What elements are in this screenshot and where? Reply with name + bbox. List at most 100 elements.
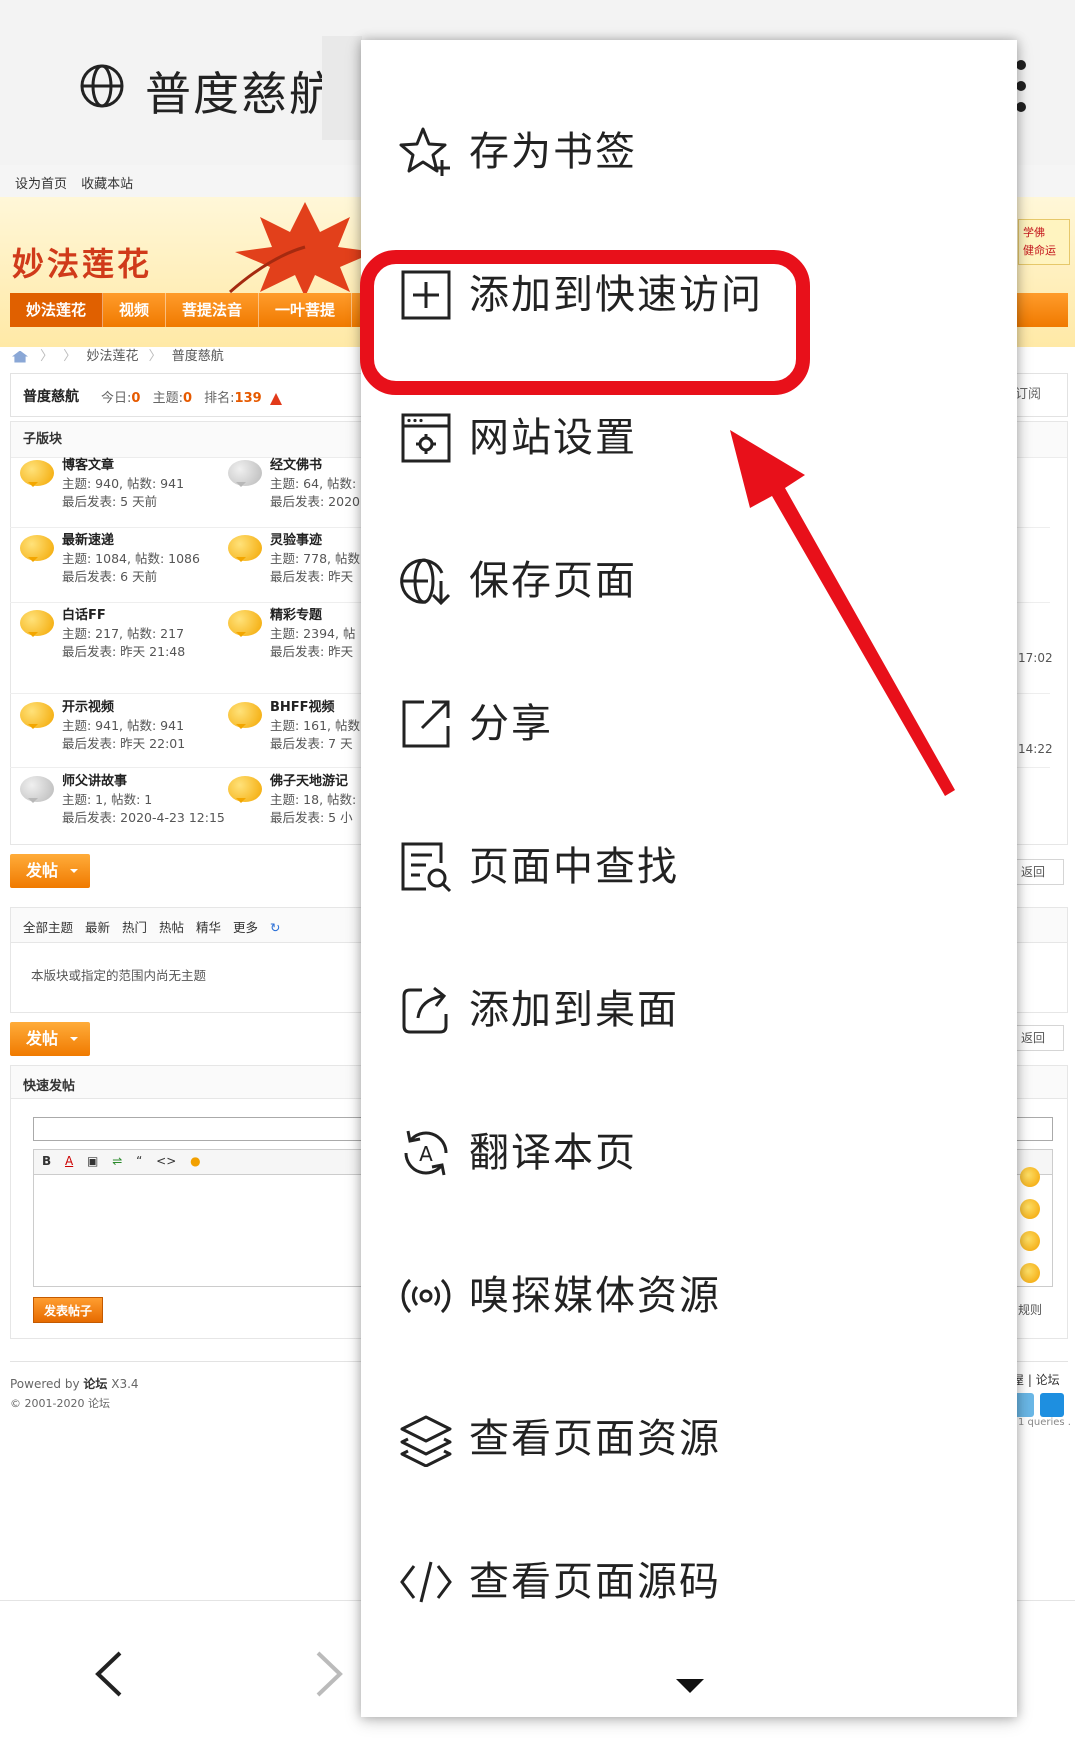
menu-item-page-resources[interactable]: 查看页面资源 bbox=[361, 1367, 1017, 1510]
subforum-item[interactable]: 开示视频 主题: 941, 帖数: 941 最后发表: 昨天 22:01 bbox=[20, 698, 220, 768]
new-post-button[interactable]: 发帖 bbox=[10, 854, 90, 888]
bookmark-site-link[interactable]: 收藏本站 bbox=[81, 177, 133, 192]
subforum-name[interactable]: 佛子天地游记 bbox=[270, 774, 348, 789]
menu-item-translate[interactable]: A 翻译本页 bbox=[361, 1081, 1017, 1224]
new-post-button-2[interactable]: 发帖 bbox=[10, 1022, 90, 1056]
filter-hot-threads[interactable]: 热帖 bbox=[159, 920, 184, 935]
broadcast-icon bbox=[401, 1278, 451, 1314]
code-icon[interactable]: <> bbox=[156, 1154, 176, 1168]
forum-bubble-icon bbox=[228, 460, 262, 487]
forum-bubble-icon bbox=[20, 702, 54, 729]
menu-item-bookmark[interactable]: 存为书签 bbox=[361, 80, 1017, 223]
home-icon[interactable] bbox=[12, 350, 28, 363]
site-brand[interactable]: 妙法莲花 bbox=[12, 239, 152, 285]
subforum-name[interactable]: 开示视频 bbox=[62, 700, 114, 715]
topics-count: 0 bbox=[182, 391, 193, 406]
menu-item-label: 翻译本页 bbox=[469, 1130, 637, 1176]
subforum-name[interactable]: BHFF视频 bbox=[270, 700, 335, 715]
back-arrow-icon[interactable] bbox=[86, 1649, 136, 1699]
bold-icon[interactable]: B bbox=[42, 1154, 51, 1168]
filter-more[interactable]: 更多 bbox=[233, 920, 258, 935]
nav-tab-1[interactable]: 妙法莲花 bbox=[10, 293, 104, 327]
highlight-box bbox=[360, 250, 810, 395]
nav-tab-3[interactable]: 菩提法音 bbox=[166, 293, 260, 327]
menu-item-label: 查看页面源码 bbox=[469, 1559, 721, 1605]
menu-item-label: 网站设置 bbox=[469, 415, 637, 461]
subforum-item[interactable]: 师父讲故事 主题: 1, 帖数: 1 最后发表: 2020-4-23 12:15 bbox=[20, 772, 225, 842]
kebab-menu-icon[interactable] bbox=[1016, 60, 1028, 112]
filter-hot[interactable]: 热门 bbox=[122, 920, 147, 935]
banner-right-text-2: 健命运 bbox=[1023, 244, 1056, 257]
subforum-stats: 主题: 64, 帖数: bbox=[270, 476, 357, 491]
subforum-name[interactable]: 经文佛书 bbox=[270, 458, 322, 473]
link-icon[interactable]: ⇌ bbox=[112, 1154, 122, 1168]
powered-name[interactable]: 论坛 bbox=[83, 1377, 107, 1391]
subforum-last-post: 最后发表: 7 天 bbox=[270, 736, 353, 751]
subforum-stats: 主题: 161, 帖数 bbox=[270, 718, 360, 733]
nav-tab-2[interactable]: 视频 bbox=[103, 293, 167, 327]
subforum-item[interactable]: 白话FF 主题: 217, 帖数: 217 最后发表: 昨天 21:48 bbox=[20, 606, 220, 676]
forum-bubble-icon bbox=[228, 535, 262, 562]
subforum-text: 开示视频 主题: 941, 帖数: 941 最后发表: 昨天 22:01 bbox=[62, 698, 185, 753]
filter-latest[interactable]: 最新 bbox=[85, 920, 110, 935]
footer-links[interactable]: 屋 | 论坛 bbox=[1012, 1371, 1060, 1388]
subforum-name[interactable]: 师父讲故事 bbox=[62, 774, 127, 789]
code-icon bbox=[400, 1561, 452, 1603]
subscribe-link[interactable]: 订阅 bbox=[1015, 383, 1041, 402]
powered-prefix: Powered by bbox=[10, 1377, 80, 1391]
topics-label: 主题: bbox=[152, 391, 183, 406]
font-color-icon[interactable]: A bbox=[65, 1154, 73, 1168]
refresh-icon[interactable]: ↻ bbox=[270, 920, 280, 935]
subforum-name[interactable]: 精彩专题 bbox=[270, 608, 322, 623]
forum-bubble-icon bbox=[228, 702, 262, 729]
banner-right-badge: 学佛 健命运 bbox=[1018, 219, 1070, 265]
forward-arrow-icon[interactable] bbox=[302, 1649, 352, 1699]
layers-icon bbox=[400, 1415, 452, 1467]
menu-item-page-source[interactable]: 查看页面源码 bbox=[361, 1510, 1017, 1653]
forum-bubble-icon bbox=[20, 535, 54, 562]
nav-tab-4[interactable]: 一叶菩提 bbox=[259, 293, 353, 327]
globe-icon[interactable] bbox=[78, 62, 126, 110]
breadcrumb-item-2[interactable]: 普度慈航 bbox=[172, 349, 224, 364]
image-icon[interactable]: ▣ bbox=[87, 1154, 98, 1168]
emoji-icon[interactable] bbox=[1020, 1167, 1040, 1187]
forum-stats: 今日:0 主题:0 排名:139 bbox=[101, 387, 282, 406]
emoji-icon[interactable] bbox=[1020, 1199, 1040, 1219]
subforum-stats: 主题: 2394, 帖 bbox=[270, 626, 356, 641]
subforum-name[interactable]: 白话FF bbox=[62, 608, 106, 623]
rules-link[interactable]: 规则 bbox=[1018, 1301, 1042, 1318]
emoji-icon[interactable] bbox=[1020, 1263, 1040, 1283]
scroll-more-icon[interactable] bbox=[676, 1679, 704, 1693]
back-button[interactable]: 返回 bbox=[1012, 859, 1064, 885]
subforum-name[interactable]: 最新速递 bbox=[62, 533, 114, 548]
menu-item-label: 存为书签 bbox=[469, 129, 637, 175]
breadcrumb-sep-icon: 〉 bbox=[63, 349, 77, 364]
subscribe-label: 订阅 bbox=[1015, 387, 1042, 402]
subforum-item[interactable]: 最新速递 主题: 1084, 帖数: 1086 最后发表: 6 天前 bbox=[20, 531, 220, 601]
forum-bubble-icon bbox=[228, 610, 262, 637]
subforum-item[interactable]: 博客文章 主题: 940, 帖数: 941 最后发表: 5 天前 bbox=[20, 456, 220, 526]
filter-digest[interactable]: 精华 bbox=[196, 920, 221, 935]
last-post-time: 17:02 bbox=[1018, 651, 1053, 665]
footer-queries: 1 queries . bbox=[1018, 1417, 1071, 1428]
subforum-last-post: 最后发表: 昨天 bbox=[270, 644, 354, 659]
menu-item-sniff-media[interactable]: 嗅探媒体资源 bbox=[361, 1224, 1017, 1367]
footer-badge-icon[interactable] bbox=[1040, 1393, 1064, 1417]
back-button-2[interactable]: 返回 bbox=[1012, 1025, 1064, 1051]
subforum-stats: 主题: 18, 帖数: bbox=[270, 792, 357, 807]
translate-icon: A bbox=[404, 1130, 448, 1176]
set-homepage-link[interactable]: 设为首页 bbox=[15, 177, 67, 192]
subforum-text: 灵验事迹 主题: 778, 帖数 最后发表: 昨天 bbox=[270, 531, 360, 586]
forum-bubble-icon bbox=[20, 610, 54, 637]
subforum-name[interactable]: 灵验事迹 bbox=[270, 533, 322, 548]
emoji-icon[interactable]: ● bbox=[190, 1154, 200, 1168]
breadcrumb-item-1[interactable]: 妙法莲花 bbox=[86, 349, 138, 364]
menu-item-label: 保存页面 bbox=[469, 558, 637, 604]
subforum-name[interactable]: 博客文章 bbox=[62, 458, 114, 473]
emoji-icon[interactable] bbox=[1020, 1231, 1040, 1251]
filter-all[interactable]: 全部主题 bbox=[23, 920, 73, 935]
submit-post-button[interactable]: 发表帖子 bbox=[33, 1297, 103, 1323]
menu-item-add-to-desktop[interactable]: 添加到桌面 bbox=[361, 938, 1017, 1081]
quote-icon[interactable]: “ bbox=[136, 1154, 142, 1168]
menu-item-label: 页面中查找 bbox=[469, 844, 679, 890]
